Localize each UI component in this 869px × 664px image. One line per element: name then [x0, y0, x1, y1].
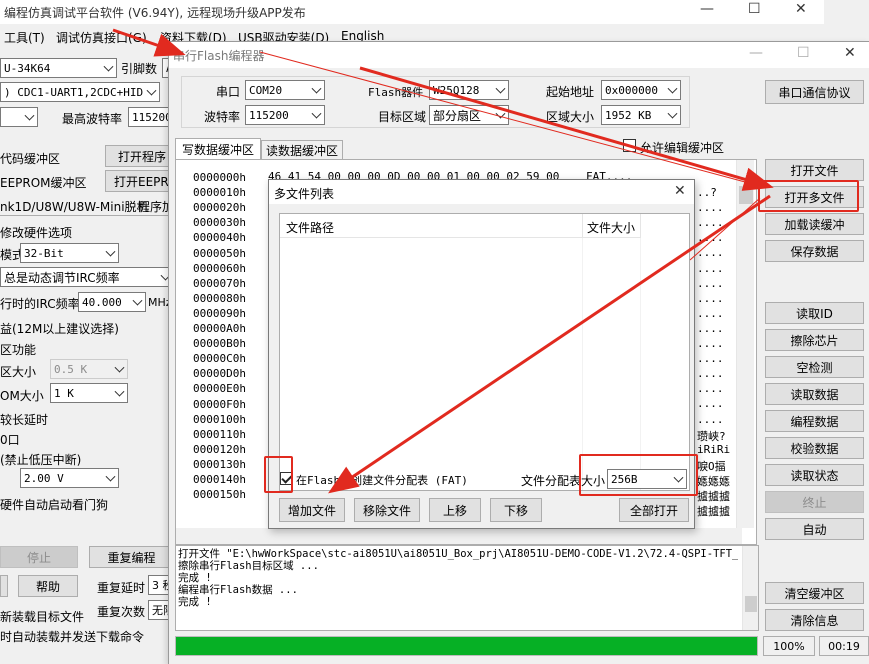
- annotation-arrow-thin: [259, 51, 761, 187]
- annotation-box-open-multi: [758, 180, 859, 212]
- annotation-arrow-to-checkbox: [328, 194, 771, 494]
- annotation-arrow-to-open-multi: [359, 66, 774, 191]
- annotation-layer: [112, 28, 774, 494]
- annotation-box-fat-size: [579, 454, 698, 496]
- annotation-arrow-to-flash-title: [112, 28, 186, 57]
- annotation-box-fat-checkbox: [264, 456, 293, 493]
- annotation-arrow-thin-2: [689, 197, 761, 261]
